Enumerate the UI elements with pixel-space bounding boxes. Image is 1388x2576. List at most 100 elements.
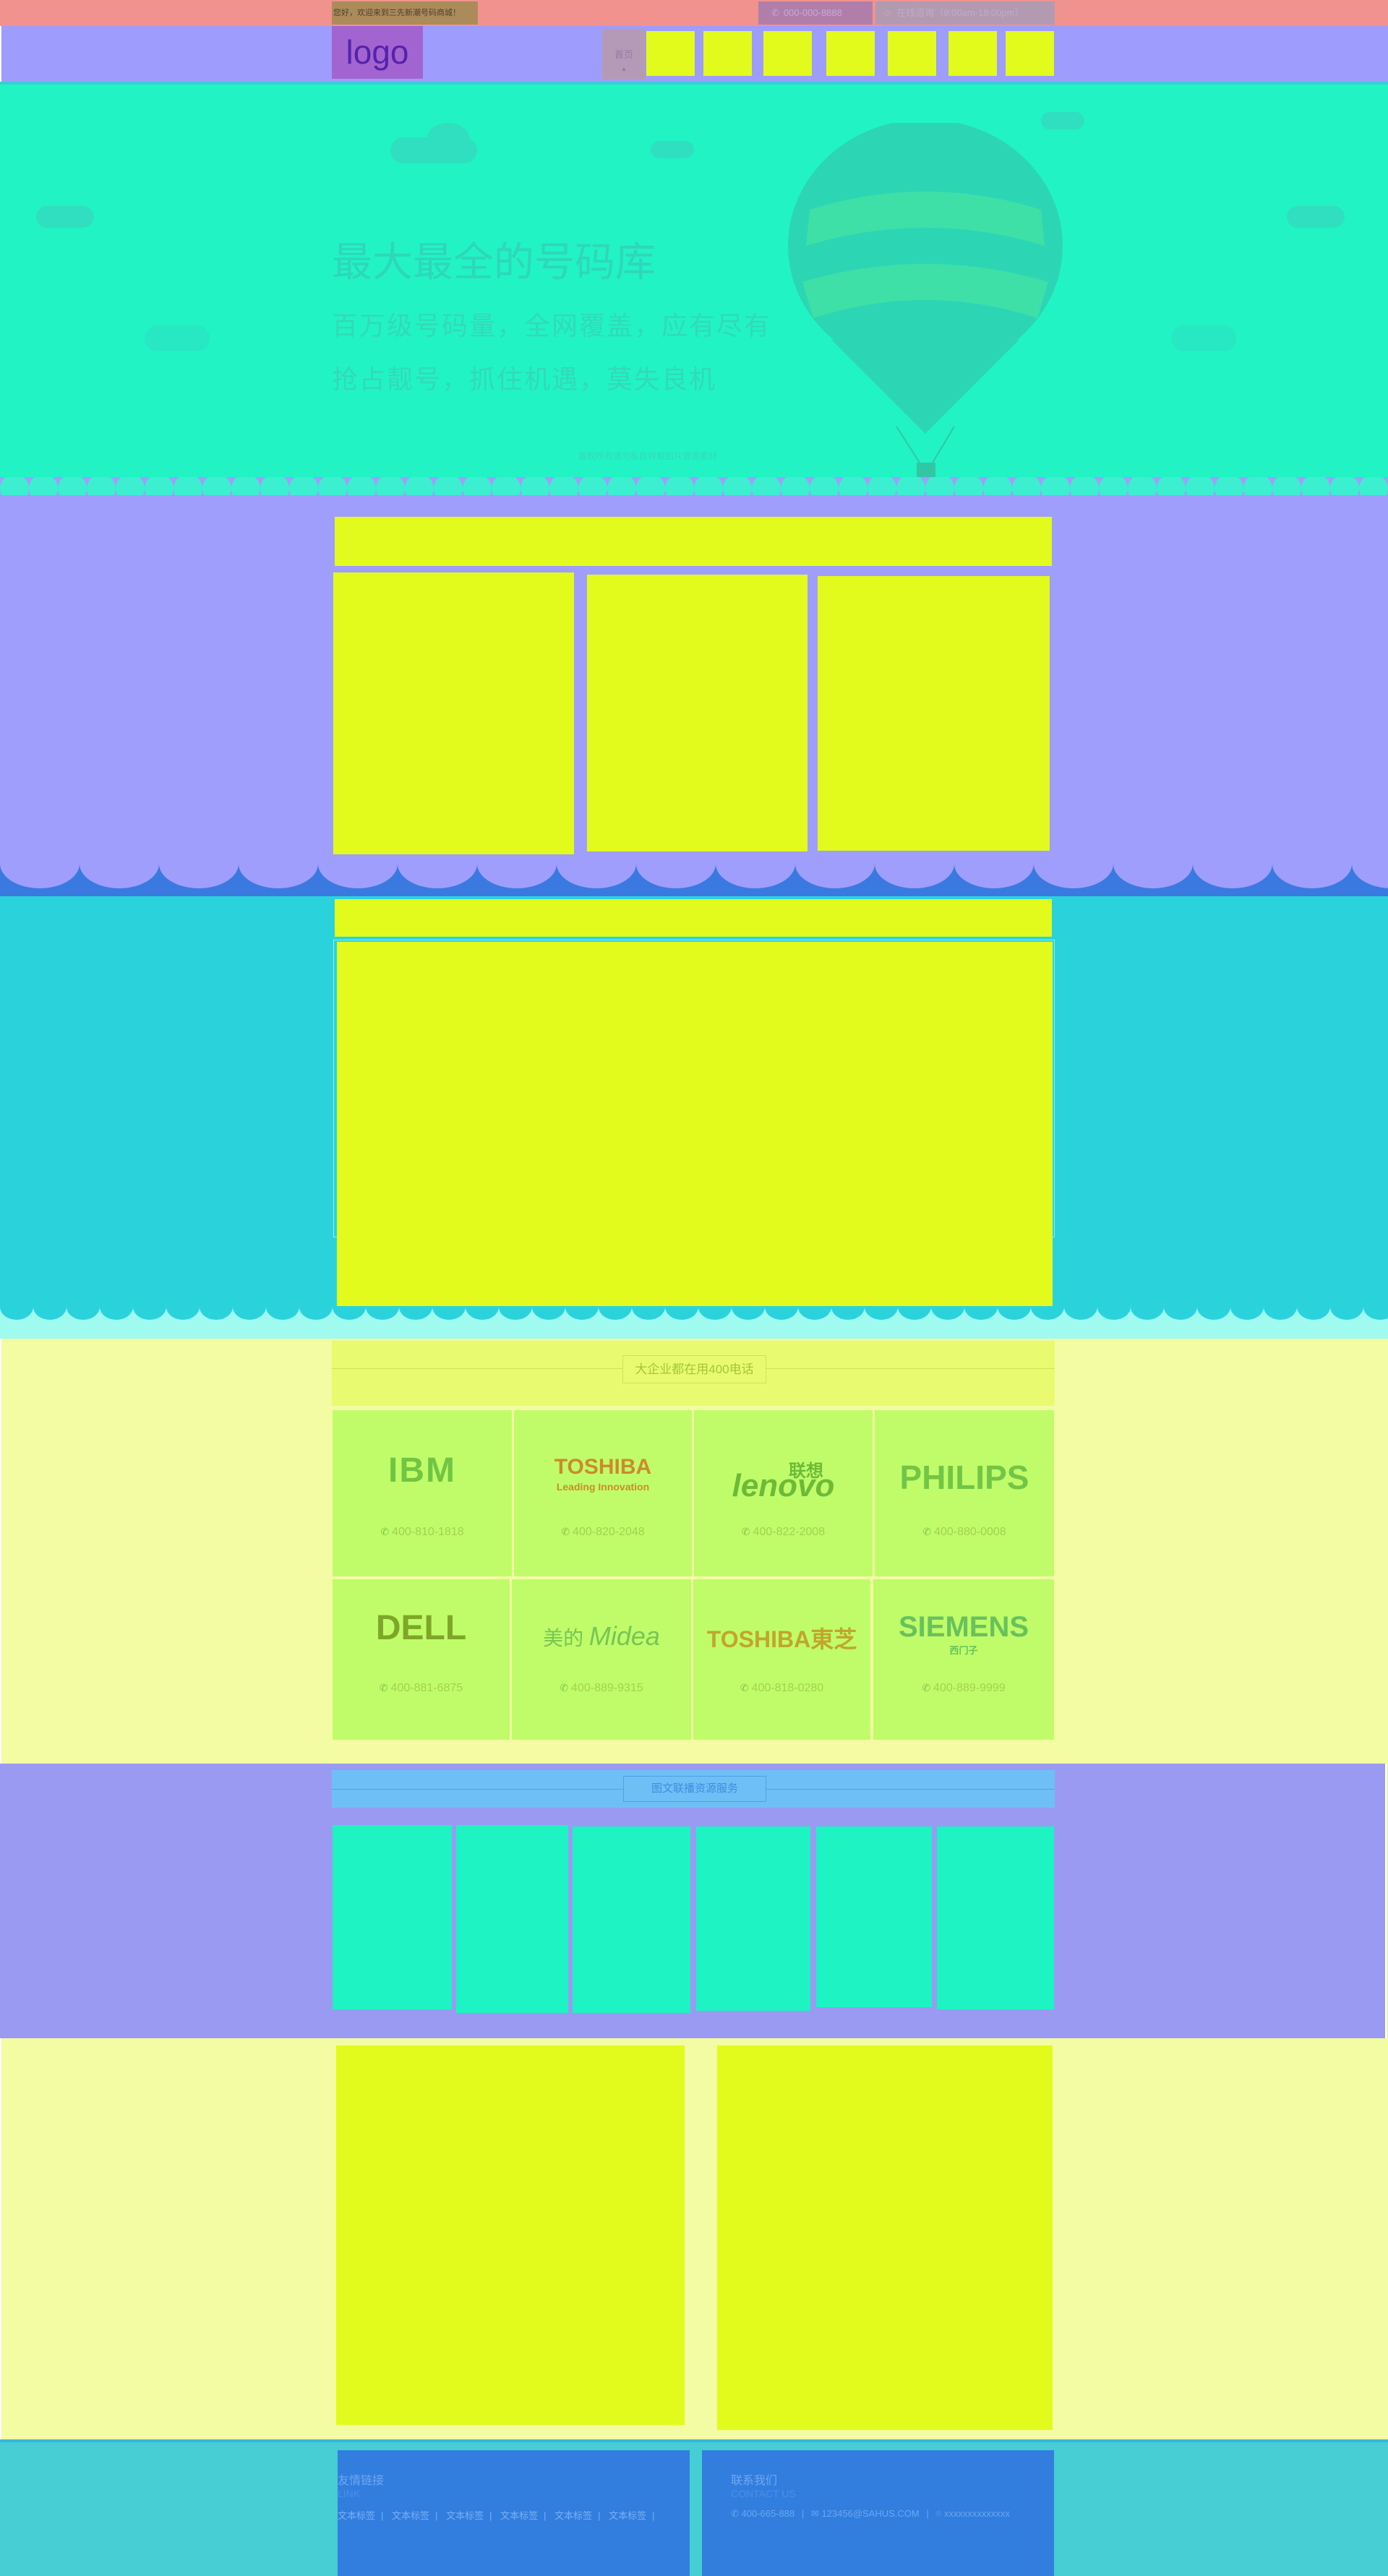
footer-contact-subtitle: CONTACT US: [731, 2488, 796, 2499]
brand-phone-number: 400-880-0008: [934, 1526, 1006, 1538]
service-card-1[interactable]: [333, 1825, 452, 2009]
phone-icon: ✆: [560, 1682, 569, 1693]
site-footer: [0, 2439, 1388, 2576]
nav-item-2[interactable]: [646, 31, 695, 76]
news-section: [0, 2038, 1388, 2439]
brand-phone-number: 400-822-2008: [753, 1526, 826, 1538]
nav-item-4[interactable]: [763, 31, 812, 76]
online-consult-label: 在线咨询（9:00am-18:00pm）: [896, 7, 1024, 18]
footer-email[interactable]: 123456@SAHUS.COM: [821, 2508, 919, 2519]
footer-phone: 400-665-888: [741, 2508, 795, 2519]
logo[interactable]: logo: [332, 26, 423, 79]
service-card-2[interactable]: [456, 1825, 568, 2013]
cloud-shape: [651, 141, 694, 158]
brand-logo: lenovo: [732, 1468, 835, 1503]
footer-links-list: 文本标签 | 文本标签 | 文本标签 | 文本标签 | 文本标签 | 文本标签 |: [338, 2510, 655, 2521]
brand-logo-cn: 美的: [543, 1627, 584, 1649]
wave-divider: [0, 1307, 1388, 1339]
service-card-6[interactable]: [937, 1826, 1054, 2009]
brand-phone: ✆ 400-818-0280: [693, 1682, 870, 1695]
nav-item-7[interactable]: [948, 31, 997, 76]
cloud-shape: [1287, 206, 1345, 228]
cloud-shape: [36, 206, 94, 228]
brand-card-toshiba-cn[interactable]: TOSHIBA東芝 ✆ 400-818-0280: [693, 1579, 870, 1740]
brand-tagline: Leading Innovation: [556, 1481, 650, 1493]
brand-card-midea[interactable]: 美的 Midea ✆ 400-889-9315: [512, 1579, 691, 1740]
nav-item-home[interactable]: 首页 ▲: [602, 29, 646, 80]
brand-card-siemens[interactable]: SIEMENS 西门子 ✆ 400-889-9999: [873, 1579, 1054, 1740]
online-consult-link[interactable]: ☺ 在线咨询（9:00am-18:00pm）: [875, 1, 1055, 25]
phone-icon: ✆: [922, 1682, 931, 1693]
brand-logo-en: Midea: [588, 1621, 660, 1651]
featured-header-block: [335, 899, 1052, 937]
phone-icon: ✆: [379, 1682, 388, 1693]
phone-icon: ✆: [741, 1526, 750, 1537]
footer-address: xxxxxxxxxxxxxx: [943, 2508, 1010, 2519]
brand-phone-number: 400-820-2048: [573, 1526, 645, 1538]
brand-phone: ✆ 400-820-2048: [514, 1526, 692, 1539]
brand-logo-cn: 西门子: [949, 1645, 978, 1656]
brand-card-ibm[interactable]: IBM ✆ 400-810-1818: [333, 1410, 512, 1576]
brand-card-lenovo[interactable]: 联想 lenovo ✆ 400-822-2008: [694, 1410, 873, 1576]
footer-link[interactable]: 文本标签: [446, 2510, 484, 2521]
number-card-2[interactable]: [587, 575, 807, 851]
footer-contact-title: 联系我们: [731, 2475, 778, 2487]
brand-phone: ✆ 400-881-6875: [333, 1682, 510, 1695]
brand-phone-number: 400-889-9315: [571, 1682, 643, 1694]
cloud-shape: [427, 123, 470, 155]
hero-caption: 版权所有请勿私自转载图片资源素材: [578, 451, 718, 461]
brand-phone: ✆ 400-822-2008: [694, 1526, 873, 1539]
cloud-shape: [145, 325, 210, 351]
number-card-1[interactable]: [333, 572, 574, 854]
footer-link[interactable]: 文本标签: [554, 2510, 592, 2521]
section-header-block: [335, 517, 1052, 566]
brand-phone: ✆ 400-889-9999: [873, 1682, 1054, 1695]
nav-item-6[interactable]: [888, 31, 936, 76]
hero-subtitle-1: 百万级号码量，全网覆盖，应有尽有: [332, 311, 772, 340]
nav-item-8[interactable]: [1006, 31, 1054, 76]
brand-phone-number: 400-889-9999: [933, 1682, 1006, 1694]
brand-logo: 美的 Midea: [512, 1621, 691, 1652]
service-card-3[interactable]: [573, 1826, 690, 2013]
brand-card-toshiba[interactable]: TOSHIBA Leading Innovation ✆ 400-820-2048: [514, 1410, 692, 1576]
service-card-5[interactable]: [816, 1826, 932, 2007]
service-card-4[interactable]: [696, 1826, 810, 2011]
nav-home-label: 首页: [614, 49, 633, 60]
hot-air-balloon-icon: [788, 123, 1063, 478]
brand-phone: ✆ 400-810-1818: [333, 1526, 512, 1539]
brand-logo: DELL: [375, 1609, 467, 1647]
footer-links-title: 友情链接: [338, 2475, 385, 2487]
footer-links-card: 友情链接 LINK 文本标签 | 文本标签 | 文本标签 | 文本标签 | 文本标签 | …: [338, 2450, 690, 2576]
footer-link[interactable]: 文本标签: [392, 2510, 429, 2521]
nav-item-5[interactable]: [826, 31, 875, 76]
welcome-text: 您好，欢迎来到三先新潮号码商城！: [332, 1, 478, 25]
footer-link[interactable]: 文本标签: [500, 2510, 538, 2521]
cloud-shape: [1171, 325, 1236, 351]
brands-heading: 大企业都在用400电话: [622, 1355, 766, 1383]
phone-icon: ✆: [922, 1526, 932, 1537]
scallop-divider: [0, 864, 1388, 896]
brand-logo: IBM: [388, 1451, 456, 1490]
hotline[interactable]: ✆ 000-000-8888: [758, 1, 873, 25]
number-card-3[interactable]: [818, 576, 1050, 851]
footer-link[interactable]: 文本标签: [609, 2510, 646, 2521]
brand-logo: TOSHIBA東芝: [706, 1626, 857, 1652]
footer-contact-card: 联系我们 CONTACT US ✆ 400-665-888 | ✉ 123456…: [702, 2450, 1054, 2576]
footer-links-subtitle: LINK: [338, 2488, 361, 2499]
brand-card-dell[interactable]: DELL ✆ 400-881-6875: [333, 1579, 510, 1740]
brand-card-philips[interactable]: PHILIPS ✆ 400-880-0008: [875, 1410, 1054, 1576]
news-block-right[interactable]: [717, 2045, 1053, 2430]
news-block-left[interactable]: [336, 2045, 685, 2425]
mail-icon: ✉: [810, 2508, 819, 2519]
nav-item-3[interactable]: [703, 31, 752, 76]
brand-phone-number: 400-810-1818: [392, 1526, 464, 1538]
phone-icon: ✆: [731, 2508, 739, 2519]
footer-link[interactable]: 文本标签: [338, 2510, 375, 2521]
hotline-number: 000-000-8888: [783, 7, 842, 18]
hero-subtitle-2: 抢占靓号，抓住机遇，莫失良机: [332, 364, 717, 394]
location-icon: ⌾: [935, 2508, 942, 2519]
featured-content-block[interactable]: [337, 942, 1053, 1306]
phone-icon: ✆: [380, 1526, 390, 1537]
services-heading: 图文联播资源服务: [623, 1776, 766, 1802]
brand-logo: TOSHIBA: [554, 1455, 652, 1479]
